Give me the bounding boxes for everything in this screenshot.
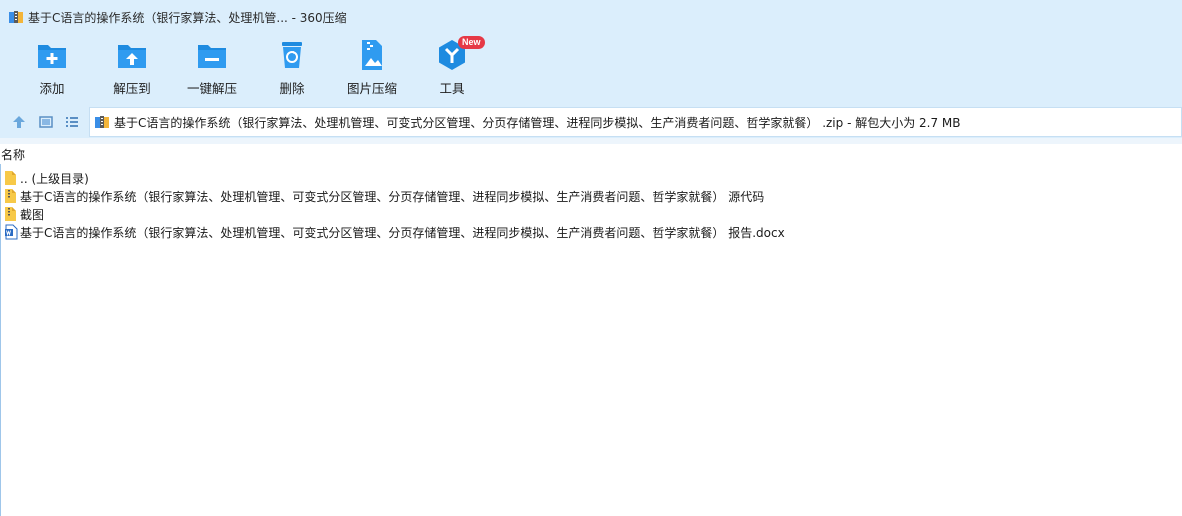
column-header-name[interactable]: 名称 — [0, 146, 25, 164]
thumbnail-view-icon[interactable] — [38, 114, 54, 130]
file-list: 名称 .. (上级目录) 基于C语言的操作系统（银行家算法、处理机管理、可变式分… — [0, 144, 1182, 516]
archive-app-icon — [9, 11, 23, 23]
extract-to-icon — [118, 45, 146, 68]
add-button[interactable]: 添加 — [12, 38, 92, 100]
folder-icon — [5, 171, 16, 185]
list-item-label: 基于C语言的操作系统（银行家算法、处理机管理、可变式分区管理、分页存储管理、进程… — [20, 189, 765, 204]
toolbar: 添加 解压到 一键解压 删除 图片压缩 New 工具 — [0, 34, 1182, 106]
list-item[interactable]: 截图 — [0, 205, 1182, 223]
delete-button[interactable]: 删除 — [252, 38, 332, 100]
title-bar: 基于C语言的操作系统（银行家算法、处理机管... - 360压缩 — [0, 0, 1182, 34]
one-click-extract-icon — [198, 45, 226, 68]
extract-to-button-label: 解压到 — [113, 81, 151, 96]
up-arrow-icon[interactable] — [11, 114, 27, 130]
add-button-label: 添加 — [39, 81, 65, 96]
zipped-folder-icon — [5, 207, 16, 221]
new-badge: New — [458, 36, 485, 49]
list-item-label: 截图 — [20, 207, 45, 222]
list-item-label: .. (上级目录) — [20, 171, 89, 186]
extract-to-button[interactable]: 解压到 — [92, 38, 172, 100]
window-title: 基于C语言的操作系统（银行家算法、处理机管... - 360压缩 — [28, 10, 347, 25]
add-folder-icon — [38, 45, 66, 68]
image-compress-icon — [362, 40, 382, 70]
address-field[interactable]: 基于C语言的操作系统（银行家算法、处理机管理、可变式分区管理、分页存储管理、进程… — [89, 107, 1182, 137]
list-item-parent-dir[interactable]: .. (上级目录) — [0, 169, 1182, 187]
word-doc-icon — [5, 224, 18, 240]
tools-button[interactable]: New 工具 — [412, 36, 492, 100]
list-item[interactable]: 基于C语言的操作系统（银行家算法、处理机管理、可变式分区管理、分页存储管理、进程… — [0, 223, 1182, 241]
image-compress-button[interactable]: 图片压缩 — [332, 38, 412, 100]
delete-button-label: 删除 — [279, 81, 305, 96]
trash-icon — [282, 42, 302, 68]
image-compress-button-label: 图片压缩 — [346, 81, 397, 96]
tools-button-label: 工具 — [439, 81, 465, 96]
list-item[interactable]: 基于C语言的操作系统（银行家算法、处理机管理、可变式分区管理、分页存储管理、进程… — [0, 187, 1182, 205]
zipped-folder-icon — [5, 189, 16, 203]
zip-file-icon — [95, 116, 109, 128]
archive-path-text: 基于C语言的操作系统（银行家算法、处理机管理、可变式分区管理、分页存储管理、进程… — [114, 115, 961, 130]
one-click-extract-button[interactable]: 一键解压 — [172, 38, 252, 100]
list-view-icon[interactable] — [64, 114, 80, 130]
address-bar: 基于C语言的操作系统（银行家算法、处理机管理、可变式分区管理、分页存储管理、进程… — [0, 106, 1182, 138]
one-click-extract-button-label: 一键解压 — [186, 81, 237, 96]
list-item-label: 基于C语言的操作系统（银行家算法、处理机管理、可变式分区管理、分页存储管理、进程… — [20, 225, 785, 240]
